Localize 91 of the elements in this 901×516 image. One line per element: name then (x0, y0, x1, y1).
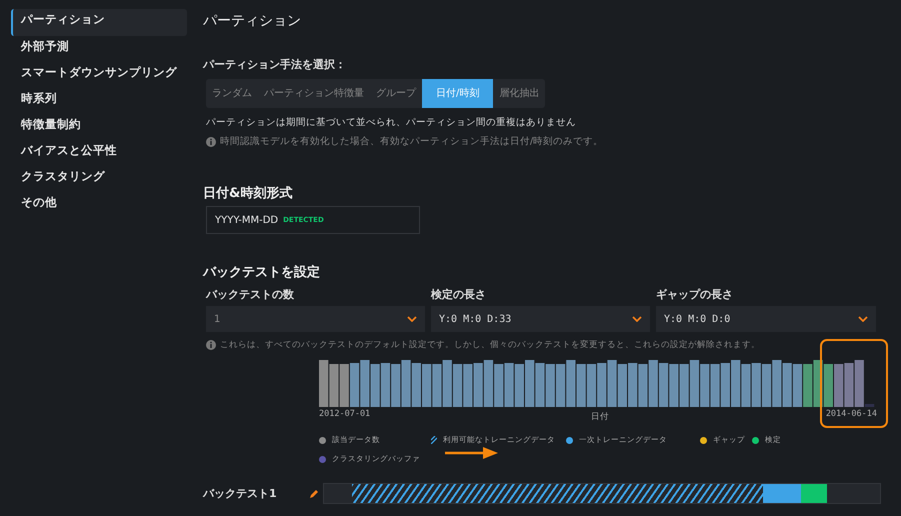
histogram-bar (844, 363, 854, 407)
histogram-bar (618, 364, 627, 407)
partition-tab[interactable]: ランダム (206, 79, 258, 108)
histogram-bar (607, 360, 617, 407)
histogram-bar (638, 364, 648, 407)
histogram-bar (566, 360, 576, 407)
histogram-bar (834, 364, 844, 407)
histogram-bar (597, 363, 606, 407)
histogram-bar (504, 363, 514, 407)
histogram-bar (391, 364, 400, 407)
backtest-label: バックテスト1 (203, 486, 278, 501)
histogram-bar (658, 363, 668, 407)
histogram-bar (690, 360, 700, 407)
info-icon (206, 340, 216, 350)
dropdown[interactable]: Y:0 M:0 D:0 (656, 306, 876, 332)
dropdown[interactable]: 1 (206, 306, 425, 332)
note-text: 時間認識モデルを有効化した場合、有効なパーティション手法は日付/時刻のみです。 (220, 135, 604, 148)
histogram-bar (514, 364, 524, 407)
chevron-down-icon (407, 316, 417, 322)
histogram-bar (546, 364, 555, 407)
histogram-bar (680, 364, 689, 407)
histogram-bar (329, 364, 339, 407)
histogram-bar (340, 364, 349, 407)
sidebar-item[interactable]: クラスタリング (11, 166, 187, 192)
histogram-bar (700, 364, 710, 407)
sidebar-item[interactable]: パーティション (11, 9, 187, 36)
histogram-bar (803, 364, 812, 407)
dropdown-value: Y:0 M:0 D:0 (664, 314, 730, 324)
histogram-bar (350, 363, 360, 407)
annotation-arrow (443, 446, 499, 460)
histogram-bar (535, 363, 545, 407)
chevron-down-icon (858, 316, 868, 322)
field-label: バックテストの数 (206, 287, 295, 302)
histogram-bar (401, 360, 411, 407)
partition-tab[interactable]: 層化抽出 (493, 79, 546, 108)
axis-title: 日付 (591, 411, 609, 423)
section-heading: バックテストを設定 (203, 264, 321, 281)
sidebar-item[interactable]: 外部予測 (11, 36, 187, 62)
section-heading: 日付&時刻形式 (203, 184, 294, 202)
histogram-bar (782, 363, 792, 407)
partition-tab[interactable]: グループ (370, 79, 422, 108)
chevron-down-icon (632, 316, 642, 322)
sidebar-item[interactable]: バイアスと公平性 (11, 140, 187, 166)
partition-tab[interactable]: パーティション特徴量 (258, 79, 370, 108)
histogram-bar (648, 360, 658, 407)
histogram-bar (720, 363, 730, 407)
histogram-bar (494, 364, 504, 407)
histogram-bar (525, 360, 534, 407)
section-label: パーティション手法を選択： (203, 57, 347, 72)
sidebar-item[interactable]: 時系列 (11, 88, 187, 114)
histogram-bar (731, 360, 740, 407)
info-icon (206, 136, 216, 146)
histogram-bar (360, 360, 370, 407)
histogram-bar (772, 360, 782, 407)
histogram-bar (556, 364, 566, 407)
histogram-bar (380, 363, 390, 407)
histogram-bar (792, 364, 802, 407)
description-text: パーティションは期間に基づいて並べられ、パーティション間の重複はありません (206, 116, 577, 129)
axis-label: 2014-06-14 (826, 409, 877, 419)
histogram-bar (752, 363, 761, 407)
pencil-icon[interactable] (309, 488, 319, 498)
histogram-bar (319, 360, 328, 407)
field-label: 検定の長さ (431, 287, 487, 302)
histogram-bar (432, 364, 442, 407)
note-text: これらは、すべてのバックテストのデフォルト設定です。しかし、個々のバックテストを変更すると、これらの設定が解除されます。 (220, 339, 760, 351)
histogram-bar (474, 363, 483, 407)
histogram-bar (484, 360, 494, 407)
histogram-bar (463, 364, 472, 407)
histogram-bar (762, 364, 772, 407)
histogram-bar (628, 363, 638, 407)
axis-label: 2012-07-01 (319, 409, 370, 419)
histogram-bar (452, 364, 462, 407)
histogram-bar (422, 364, 432, 407)
histogram-bar (586, 364, 596, 407)
histogram-bar (442, 360, 452, 407)
histogram-bar (412, 363, 421, 407)
sidebar-item[interactable]: スマートダウンサンプリング (11, 62, 187, 88)
histogram-bar (741, 364, 751, 407)
field-label: ギャップの長さ (656, 287, 734, 302)
field-value: YYYY-MM-DD (215, 214, 278, 226)
sidebar-item[interactable]: 特徴量制約 (11, 114, 187, 140)
dropdown-value: 1 (214, 314, 220, 324)
dropdown-value: Y:0 M:0 D:33 (439, 314, 512, 324)
dropdown[interactable]: Y:0 M:0 D:33 (431, 306, 650, 332)
sidebar-item[interactable]: その他 (11, 192, 187, 218)
page-title: パーティション (203, 12, 302, 30)
histogram-bar (710, 364, 720, 407)
histogram-bar (576, 364, 586, 407)
histogram-bar (669, 364, 678, 407)
histogram-bar (824, 364, 833, 407)
histogram-bar (370, 364, 380, 407)
